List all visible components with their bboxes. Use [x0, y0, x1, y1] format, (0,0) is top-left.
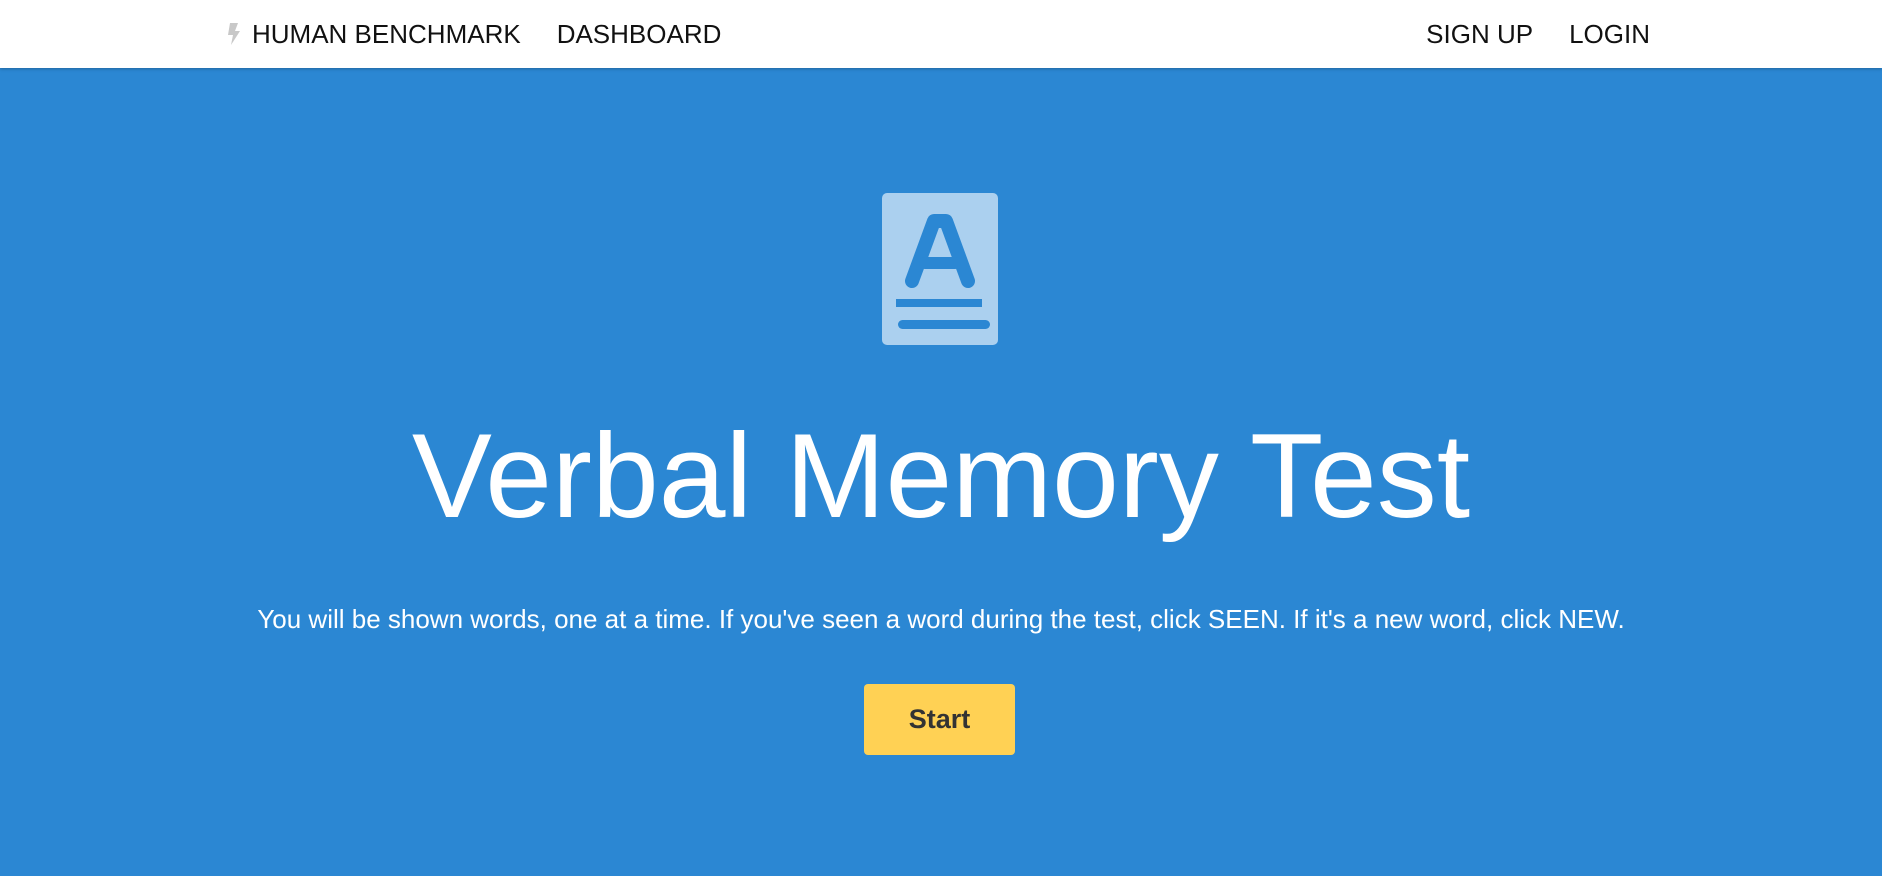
hero-section: Verbal Memory Test You will be shown wor… — [0, 68, 1882, 876]
brand-link[interactable]: HUMAN BENCHMARK — [226, 19, 521, 50]
signup-link[interactable]: SIGN UP — [1426, 19, 1533, 50]
start-button[interactable]: Start — [864, 684, 1015, 755]
brand-label: HUMAN BENCHMARK — [252, 18, 521, 49]
page-title: Verbal Memory Test — [411, 409, 1471, 543]
top-navbar: HUMAN BENCHMARK DASHBOARD SIGN UP LOGIN — [0, 0, 1882, 68]
dashboard-link[interactable]: DASHBOARD — [557, 19, 722, 50]
navbar-right: SIGN UP LOGIN — [1426, 19, 1650, 50]
navbar-inner: HUMAN BENCHMARK DASHBOARD SIGN UP LOGIN — [226, 0, 1650, 68]
login-link[interactable]: LOGIN — [1569, 19, 1650, 50]
bolt-icon — [226, 22, 242, 46]
book-letter-a-icon — [882, 193, 998, 345]
navbar-left: HUMAN BENCHMARK DASHBOARD — [226, 19, 721, 50]
test-description: You will be shown words, one at a time. … — [257, 604, 1625, 634]
